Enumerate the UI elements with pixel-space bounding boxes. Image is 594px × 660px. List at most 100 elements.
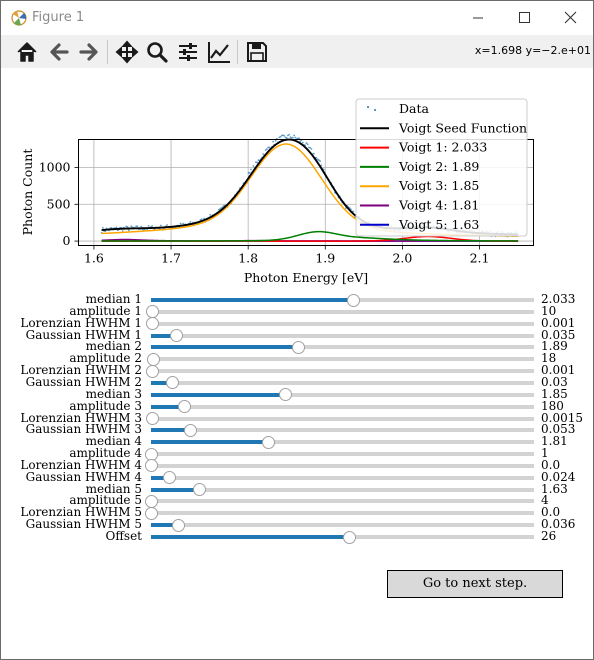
data-point [209, 213, 212, 216]
slider-track[interactable] [151, 523, 534, 528]
x-tick-label: 1.9 [315, 251, 335, 266]
slider-handle[interactable] [278, 388, 292, 402]
title-bar[interactable]: Figure 1 [1, 1, 593, 35]
slider-handle[interactable] [144, 494, 158, 508]
data-point [274, 139, 277, 142]
next-step-button[interactable]: Go to next step. [387, 570, 563, 598]
slider-track[interactable] [151, 404, 534, 409]
pan-button[interactable] [113, 38, 141, 66]
slider-track[interactable] [151, 369, 534, 374]
data-point [283, 134, 286, 137]
slider-handle[interactable] [178, 400, 192, 414]
navigation-toolbar: x=1.698 y=−2.e+01 [1, 35, 593, 68]
slider-handle[interactable] [144, 459, 158, 473]
slider-handle[interactable] [170, 329, 184, 343]
edit-axes-icon [208, 42, 230, 63]
data-point [159, 224, 162, 227]
slider-handle[interactable] [162, 471, 176, 485]
slider-track[interactable] [151, 309, 534, 314]
data-point [256, 161, 259, 164]
save-floppy-icon [247, 42, 267, 62]
slider-handle[interactable] [347, 293, 361, 307]
minimize-button[interactable] [455, 1, 501, 35]
legend-marker [374, 109, 376, 111]
slider-track[interactable] [151, 463, 534, 468]
slider-track[interactable] [151, 333, 534, 338]
figure-window: Figure 1 x=1.698 y=−2.e+01 1.6 1.7 1.8 1… [0, 0, 594, 660]
slider-track[interactable] [151, 321, 534, 326]
data-point [179, 222, 182, 225]
slider-handle[interactable] [193, 483, 207, 497]
slider-handle[interactable] [144, 506, 158, 520]
slider-track[interactable] [151, 511, 534, 516]
data-point [101, 226, 104, 229]
data-point [306, 143, 309, 146]
data-point [189, 220, 192, 223]
slider-handle[interactable] [172, 518, 186, 532]
figure-canvas[interactable]: 1.6 1.7 1.8 1.9 2.0 2.1 0 500 1000 Photon Energy… [1, 68, 593, 658]
maximize-button[interactable] [501, 1, 547, 35]
save-button[interactable] [243, 38, 271, 66]
legend-label: Voigt 5: 1.63 [398, 217, 479, 232]
slider-handle[interactable] [145, 364, 159, 378]
maximize-icon [519, 12, 530, 23]
slider-track[interactable] [151, 475, 534, 480]
legend-label: Voigt Seed Function [398, 120, 527, 135]
slider-handle[interactable] [342, 530, 356, 544]
slider-handle[interactable] [145, 317, 159, 331]
x-tick-label: 2.0 [392, 251, 412, 266]
data-point [252, 165, 255, 167]
legend-marker [367, 106, 369, 108]
slider-track[interactable] [151, 487, 534, 492]
slider-value: 26 [541, 529, 557, 543]
slider-label: Offset [105, 529, 142, 543]
slider-track[interactable] [151, 380, 534, 385]
home-button[interactable] [13, 38, 41, 66]
close-button[interactable] [547, 1, 593, 35]
data-point [310, 148, 313, 150]
slider-handle[interactable] [262, 435, 276, 449]
slider-handle[interactable] [184, 423, 198, 437]
zoom-button[interactable] [143, 38, 171, 66]
slider-handle[interactable] [291, 340, 305, 354]
legend: Data Voigt Seed Function Voigt 1: 2.033 Voi… [355, 98, 528, 237]
forward-arrow-icon [79, 43, 98, 61]
slider-track[interactable] [151, 499, 534, 504]
legend-label: Voigt 2: 1.89 [398, 159, 479, 174]
forward-button[interactable] [75, 38, 103, 66]
toolbar-separator [107, 40, 108, 64]
toolbar-separator [237, 40, 238, 64]
data-point [200, 218, 203, 221]
slider-track[interactable] [151, 428, 534, 433]
spectrum-plot[interactable]: 1.6 1.7 1.8 1.9 2.0 2.1 0 500 1000 Photon Energy… [1, 68, 593, 318]
x-tick-label: 2.1 [470, 251, 490, 266]
y-tick-label: 500 [47, 196, 71, 211]
slider-track[interactable] [151, 452, 534, 457]
slider-fill [151, 392, 286, 397]
pan-move-icon [115, 40, 139, 64]
edit-axes-button[interactable] [205, 38, 233, 66]
slider-fill [151, 345, 299, 350]
slider-fill [151, 535, 349, 539]
legend-label: Voigt 4: 1.81 [398, 198, 479, 213]
slider-track[interactable] [151, 416, 534, 421]
y-axis-label: Photon Count [20, 149, 35, 236]
slider-fill [151, 298, 354, 302]
minimize-icon [473, 17, 483, 19]
legend-label: Data [399, 101, 429, 116]
x-axis-label: Photon Energy [eV] [244, 270, 368, 285]
y-tick-label: 0 [63, 233, 71, 248]
data-point [115, 226, 118, 229]
slider-handle[interactable] [166, 376, 180, 390]
subplots-button[interactable] [174, 38, 202, 66]
data-point [312, 152, 315, 155]
legend-label: Voigt 1: 2.033 [398, 140, 487, 155]
slider-handle[interactable] [146, 412, 160, 425]
slider-track[interactable] [151, 357, 534, 362]
data-point [266, 148, 268, 150]
data-point [288, 133, 291, 136]
slider-handle[interactable] [147, 352, 161, 366]
back-arrow-icon [50, 43, 69, 61]
back-button[interactable] [45, 38, 73, 66]
y-tick-label: 1000 [39, 159, 71, 174]
